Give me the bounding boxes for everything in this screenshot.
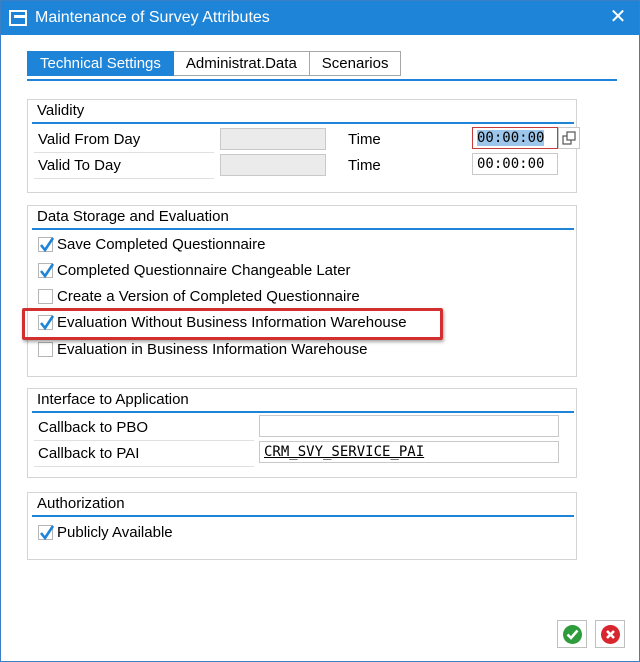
- close-icon[interactable]: ✕: [607, 6, 629, 28]
- tab-underline: [27, 79, 617, 81]
- cancel-circle-icon: [601, 625, 620, 644]
- valid-to-field: [220, 154, 326, 176]
- time-to-field[interactable]: 00:00:00: [472, 153, 558, 175]
- checkbox-label: Completed Questionnaire Changeable Later: [57, 262, 351, 279]
- group-divider: [32, 122, 574, 124]
- value-help-icon: [562, 131, 576, 145]
- tab-technical-settings[interactable]: Technical Settings: [27, 51, 174, 76]
- row-separator: [34, 440, 254, 441]
- valid-to-label: Valid To Day: [38, 157, 121, 174]
- callback-pai-label: Callback to PAI: [38, 445, 140, 462]
- checkbox-save-completed[interactable]: [38, 237, 55, 253]
- value-help-button[interactable]: [558, 127, 580, 149]
- time-from-field[interactable]: 00:00:00: [472, 127, 558, 149]
- callback-pbo-field[interactable]: [259, 415, 559, 437]
- group-title-storage: Data Storage and Evaluation: [37, 208, 229, 225]
- row-separator: [34, 178, 214, 179]
- time-label-1: Time: [348, 131, 381, 148]
- checkbox-label: Publicly Available: [57, 524, 173, 541]
- checkbox-label: Save Completed Questionnaire: [57, 236, 266, 253]
- time-from-value: 00:00:00: [477, 130, 545, 146]
- tab-strip: Technical Settings Administrat.Data Scen…: [27, 51, 402, 76]
- valid-from-field: [220, 128, 326, 150]
- callback-pai-field[interactable]: CRM_SVY_SERVICE_PAI: [259, 441, 559, 463]
- tab-scenarios[interactable]: Scenarios: [309, 51, 402, 76]
- group-divider: [32, 515, 574, 517]
- group-divider: [32, 411, 574, 413]
- title-bar: Maintenance of Survey Attributes ✕: [1, 1, 639, 35]
- checkmark-icon: [39, 237, 55, 253]
- row-separator: [34, 466, 254, 467]
- highlight-box: [22, 308, 443, 340]
- data-storage-group: Data Storage and Evaluation Save Complet…: [27, 205, 577, 377]
- checkmark-icon: [39, 525, 55, 541]
- checkbox-changeable-later[interactable]: [38, 263, 55, 279]
- validity-group: Validity Valid From Day Time 00:00:00 Va…: [27, 99, 580, 193]
- time-label-2: Time: [348, 157, 381, 174]
- group-divider: [32, 228, 574, 230]
- checkbox-create-version[interactable]: [38, 289, 53, 304]
- cancel-button[interactable]: [595, 620, 625, 648]
- group-title-interface: Interface to Application: [37, 391, 189, 408]
- callback-pbo-label: Callback to PBO: [38, 419, 149, 436]
- checkmark-icon: [39, 263, 55, 279]
- checkbox-label: Evaluation in Business Information Wareh…: [57, 341, 368, 358]
- checkbox-eval-in-bw[interactable]: [38, 342, 53, 357]
- group-title-validity: Validity: [37, 102, 85, 119]
- row-separator: [34, 152, 214, 153]
- valid-from-label: Valid From Day: [38, 131, 141, 148]
- tab-administrative-data[interactable]: Administrat.Data: [173, 51, 310, 76]
- ok-button[interactable]: [557, 620, 587, 648]
- checkbox-label: Create a Version of Completed Questionna…: [57, 288, 360, 305]
- window-title: Maintenance of Survey Attributes: [35, 9, 270, 26]
- dialog-window: Maintenance of Survey Attributes ✕ Techn…: [0, 0, 640, 662]
- check-circle-icon: [563, 625, 582, 644]
- group-title-authorization: Authorization: [37, 495, 125, 512]
- sap-menu-icon[interactable]: [9, 10, 27, 26]
- authorization-group: Authorization Publicly Available: [27, 492, 577, 560]
- checkbox-publicly-available[interactable]: [38, 525, 55, 541]
- interface-group: Interface to Application Callback to PBO…: [27, 388, 577, 478]
